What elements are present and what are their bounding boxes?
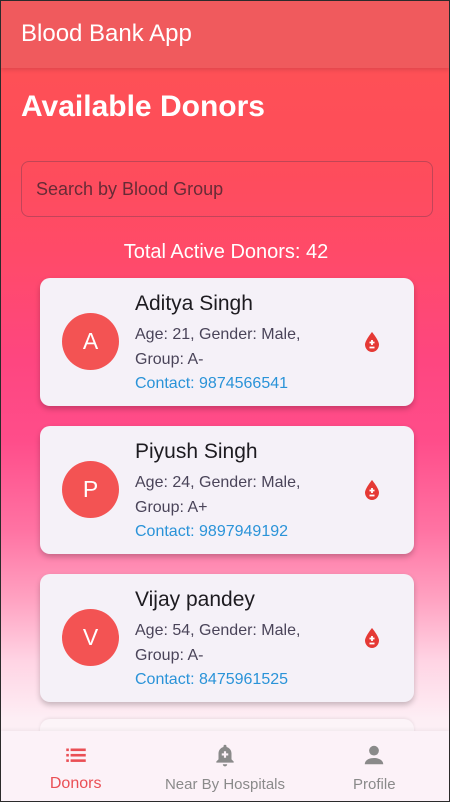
- bottom-navigation: Donors Near By Hospitals Profile: [1, 731, 449, 801]
- page-title: Available Donors: [21, 90, 265, 123]
- donor-details: Age: 54, Gender: Male, Group: A-: [135, 622, 301, 664]
- donor-list: A Aditya Singh Age: 21, Gender: Male, Gr…: [40, 278, 414, 722]
- avatar: A: [62, 313, 119, 370]
- add-alert-bell-icon: [216, 744, 234, 767]
- nav-label: Donors: [49, 775, 102, 792]
- app-bar: Blood Bank App: [1, 1, 449, 68]
- avatar: V: [62, 609, 119, 666]
- blood-drop-icon[interactable]: [360, 626, 384, 650]
- app-screen: Blood Bank App Available Donors Total Ac…: [1, 1, 449, 801]
- donor-card[interactable]: P Piyush Singh Age: 24, Gender: Male, Gr…: [40, 426, 414, 554]
- blood-drop-icon[interactable]: [360, 478, 384, 502]
- blood-drop-icon[interactable]: [360, 330, 384, 354]
- donor-contact-link[interactable]: Contact: 9874566541: [135, 375, 288, 393]
- app-title: Blood Bank App: [21, 20, 192, 47]
- donor-details: Age: 21, Gender: Male, Group: A-: [135, 326, 301, 368]
- donor-contact-link[interactable]: Contact: 9897949192: [135, 523, 288, 541]
- donor-contact-link[interactable]: Contact: 8475961525: [135, 671, 288, 689]
- nav-item-profile[interactable]: Profile: [300, 731, 449, 801]
- donor-name: Piyush Singh: [135, 440, 258, 463]
- person-icon: [365, 745, 384, 765]
- nav-item-near-by-hospitals[interactable]: Near By Hospitals: [150, 731, 299, 801]
- donor-card[interactable]: V Vijay pandey Age: 54, Gender: Male, Gr…: [40, 574, 414, 702]
- search-input[interactable]: [21, 161, 433, 217]
- nav-label: Profile: [353, 776, 396, 793]
- nav-label: Near By Hospitals: [164, 776, 286, 793]
- donor-name: Vijay pandey: [135, 588, 255, 611]
- avatar: P: [62, 461, 119, 518]
- donor-card[interactable]: A Aditya Singh Age: 21, Gender: Male, Gr…: [40, 278, 414, 406]
- donor-name: Aditya Singh: [135, 292, 253, 315]
- total-donors-count: Total Active Donors: 42: [123, 241, 329, 263]
- donor-details: Age: 24, Gender: Male, Group: A+: [135, 474, 301, 516]
- nav-item-donors[interactable]: Donors: [1, 731, 150, 801]
- list-icon: [65, 748, 86, 762]
